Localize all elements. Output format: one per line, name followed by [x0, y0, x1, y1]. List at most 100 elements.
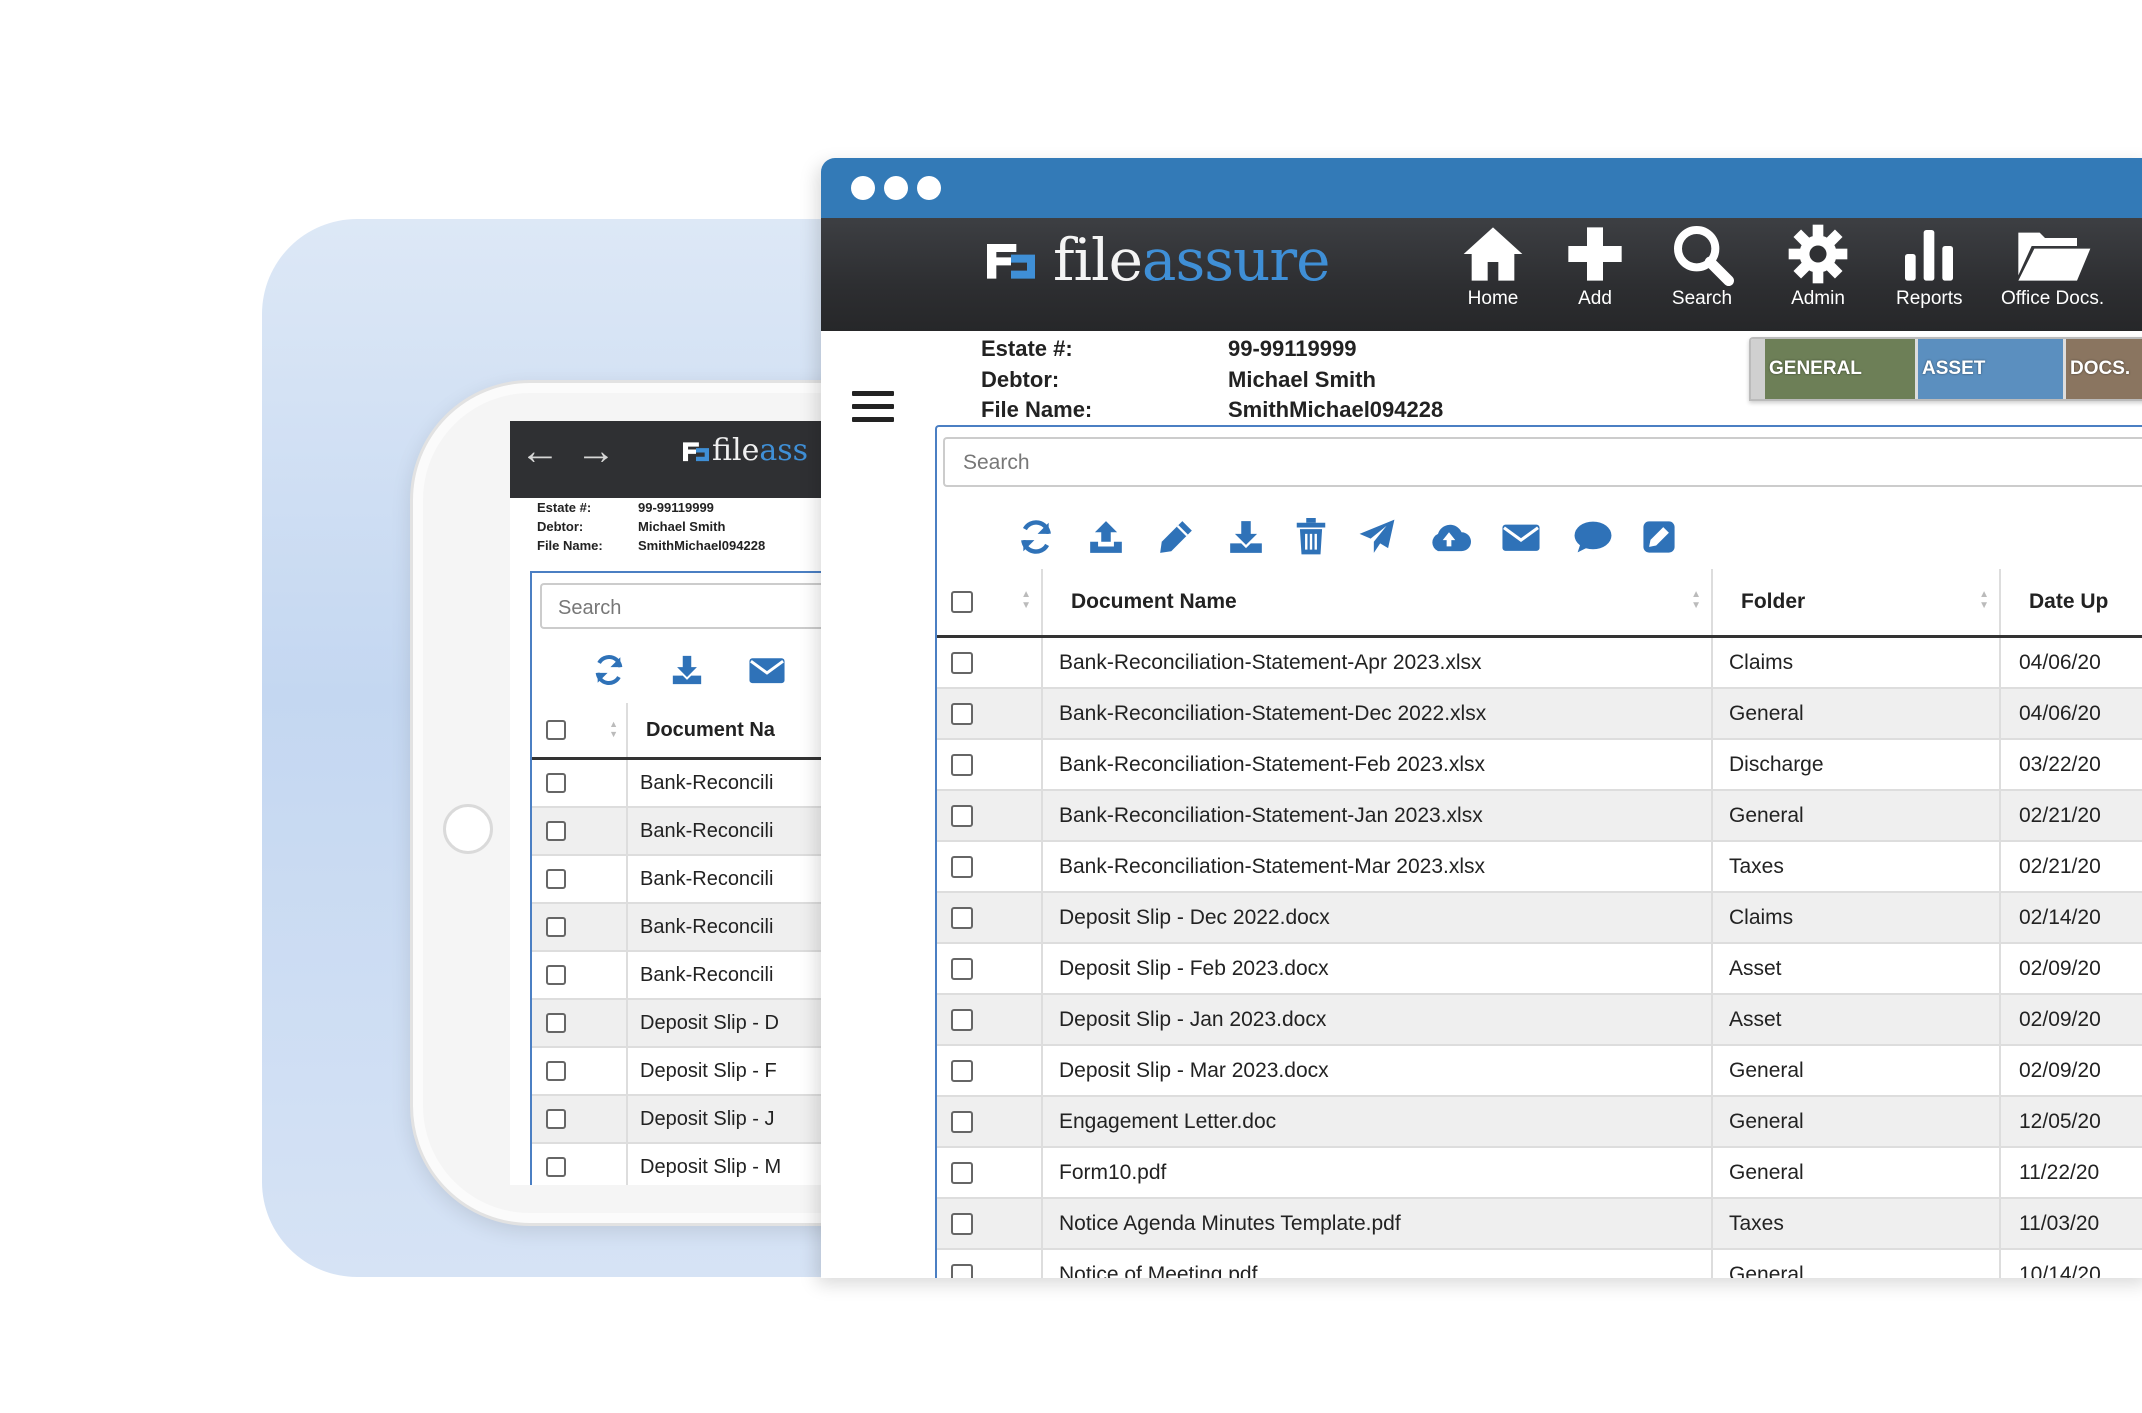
sort-icon[interactable]: ▲ ▼	[1979, 589, 1989, 611]
nav-admin[interactable]: Admin	[1786, 222, 1850, 310]
row-checkbox[interactable]	[951, 1161, 973, 1184]
row-checkbox[interactable]	[951, 1059, 973, 1082]
row-checkbox[interactable]	[951, 1263, 973, 1278]
column-header-folder[interactable]: Folder ▲ ▼	[1713, 569, 2001, 635]
home-icon	[1463, 227, 1523, 281]
table-row[interactable]: Form10.pdf General 11/22/20	[937, 1148, 2142, 1199]
table-row[interactable]: Deposit Slip - Feb 2023.docx Asset 02/09/2…	[937, 944, 2142, 995]
table-row[interactable]: Deposit Slip - Jan 2023.docx Asset 02/09/2…	[937, 995, 2142, 1046]
document-name-cell[interactable]: Engagement Letter.doc	[1043, 1097, 1713, 1146]
row-checkbox[interactable]	[546, 821, 566, 841]
row-checkbox[interactable]	[951, 957, 973, 980]
envelope-icon[interactable]	[1485, 520, 1557, 554]
window-dot[interactable]	[917, 176, 941, 200]
document-name-cell[interactable]: Deposit Slip - M	[628, 1156, 781, 1179]
column-header-document-name[interactable]: Document Na	[628, 719, 775, 742]
date-cell: 02/09/20	[2019, 1007, 2101, 1031]
row-checkbox[interactable]	[951, 651, 973, 674]
document-name-cell[interactable]: Deposit Slip - F	[628, 1060, 777, 1083]
row-checkbox[interactable]	[951, 906, 973, 929]
nav-reports[interactable]: Reports	[1896, 222, 1963, 310]
table-row[interactable]: Bank-Reconciliation-Statement-Apr 2023.x…	[937, 638, 2142, 689]
nav-search[interactable]: Search	[1670, 222, 1734, 310]
back-arrow-icon[interactable]: ←	[520, 431, 560, 471]
refresh-icon[interactable]	[1001, 518, 1071, 556]
comment-icon[interactable]	[1557, 519, 1629, 555]
trash-icon[interactable]	[1281, 518, 1341, 556]
document-name-cell[interactable]: Bank-Reconcili	[628, 868, 773, 891]
table-row[interactable]: Bank-Reconciliation-Statement-Feb 2023.x…	[937, 740, 2142, 791]
document-name-cell[interactable]: Bank-Reconciliation-Statement-Dec 2022.x…	[1043, 689, 1713, 738]
document-name-cell[interactable]: Bank-Reconciliation-Statement-Mar 2023.x…	[1043, 842, 1713, 891]
row-checkbox[interactable]	[546, 1157, 566, 1177]
row-checkbox[interactable]	[546, 773, 566, 793]
document-name-cell[interactable]: Form10.pdf	[1043, 1148, 1713, 1197]
document-name-cell[interactable]: Deposit Slip - Mar 2023.docx	[1043, 1046, 1713, 1095]
edit-pencil-icon[interactable]	[1141, 518, 1211, 556]
search-input[interactable]: Search	[943, 437, 2142, 487]
row-checkbox[interactable]	[546, 1013, 566, 1033]
row-checkbox[interactable]	[951, 702, 973, 725]
sort-icon[interactable]: ▲ ▼	[1691, 589, 1701, 611]
row-checkbox[interactable]	[951, 1110, 973, 1133]
table-row[interactable]: Bank-Reconciliation-Statement-Dec 2022.x…	[937, 689, 2142, 740]
table-row[interactable]: Notice of Meeting.pdf General 10/14/20	[937, 1250, 2142, 1278]
refresh-icon[interactable]	[592, 653, 626, 687]
forward-arrow-icon[interactable]: →	[576, 431, 616, 471]
tab-docs[interactable]: DOCS.	[2066, 339, 2142, 399]
document-name-cell[interactable]: Bank-Reconciliation-Statement-Feb 2023.x…	[1043, 740, 1713, 789]
download-icon[interactable]	[1211, 518, 1281, 556]
table-row[interactable]: Deposit Slip - Dec 2022.docx Claims 02/14/…	[937, 893, 2142, 944]
column-header-date-uploaded[interactable]: Date Up	[2001, 569, 2142, 635]
tab-general[interactable]: GENERAL	[1765, 339, 1915, 399]
document-name-cell[interactable]: Bank-Reconcili	[628, 820, 773, 843]
document-name-cell[interactable]: Notice of Meeting.pdf	[1043, 1250, 1713, 1278]
folder-cell: General	[1713, 689, 2001, 738]
send-icon[interactable]	[1341, 518, 1413, 556]
row-checkbox[interactable]	[951, 1212, 973, 1235]
row-checkbox[interactable]	[951, 804, 973, 827]
table-row[interactable]: Notice Agenda Minutes Template.pdf Taxes 1…	[937, 1199, 2142, 1250]
edit-box-icon[interactable]	[1629, 520, 1689, 554]
row-checkbox[interactable]	[951, 1008, 973, 1031]
row-checkbox[interactable]	[546, 917, 566, 937]
document-name-cell[interactable]: Deposit Slip - Feb 2023.docx	[1043, 944, 1713, 993]
row-checkbox[interactable]	[546, 869, 566, 889]
document-name-cell[interactable]: Bank-Reconcili	[628, 772, 773, 795]
select-all-checkbox[interactable]	[546, 720, 566, 740]
row-checkbox[interactable]	[951, 855, 973, 878]
document-name-cell[interactable]: Bank-Reconcili	[628, 916, 773, 939]
document-name-cell[interactable]: Notice Agenda Minutes Template.pdf	[1043, 1199, 1713, 1248]
row-checkbox[interactable]	[546, 965, 566, 985]
fileassure-logo-icon	[987, 244, 1035, 279]
sort-icon[interactable]: ▲ ▼	[1021, 589, 1031, 611]
document-name-cell[interactable]: Deposit Slip - Dec 2022.docx	[1043, 893, 1713, 942]
tab-asset[interactable]: ASSET	[1918, 339, 2063, 399]
table-row[interactable]: Engagement Letter.doc General 12/05/20	[937, 1097, 2142, 1148]
window-dot[interactable]	[851, 176, 875, 200]
upload-icon[interactable]	[1071, 518, 1141, 556]
envelope-icon[interactable]	[748, 653, 786, 687]
cloud-upload-icon[interactable]	[1413, 519, 1485, 555]
document-name-cell[interactable]: Bank-Reconciliation-Statement-Jan 2023.x…	[1043, 791, 1713, 840]
document-name-cell[interactable]: Bank-Reconcili	[628, 964, 773, 987]
row-checkbox[interactable]	[546, 1109, 566, 1129]
document-name-cell[interactable]: Deposit Slip - D	[628, 1012, 779, 1035]
column-header-document-name[interactable]: Document Name ▲ ▼	[1043, 569, 1713, 635]
nav-home[interactable]: Home	[1461, 222, 1525, 310]
hamburger-menu-icon[interactable]	[852, 391, 894, 430]
window-dot[interactable]	[884, 176, 908, 200]
fileassure-logo[interactable]: file assure	[981, 226, 1330, 294]
document-name-cell[interactable]: Deposit Slip - J	[628, 1108, 775, 1131]
table-row[interactable]: Deposit Slip - Mar 2023.docx General 02/09…	[937, 1046, 2142, 1097]
row-checkbox[interactable]	[951, 753, 973, 776]
table-row[interactable]: Bank-Reconciliation-Statement-Jan 2023.x…	[937, 791, 2142, 842]
nav-add[interactable]: Add	[1563, 222, 1627, 310]
download-icon[interactable]	[670, 653, 704, 687]
document-name-cell[interactable]: Bank-Reconciliation-Statement-Apr 2023.x…	[1043, 638, 1713, 687]
row-checkbox[interactable]	[546, 1061, 566, 1081]
document-name-cell[interactable]: Deposit Slip - Jan 2023.docx	[1043, 995, 1713, 1044]
table-row[interactable]: Bank-Reconciliation-Statement-Mar 2023.x…	[937, 842, 2142, 893]
select-all-checkbox[interactable]	[951, 591, 973, 613]
nav-office-docs[interactable]: Office Docs.	[2001, 222, 2104, 310]
